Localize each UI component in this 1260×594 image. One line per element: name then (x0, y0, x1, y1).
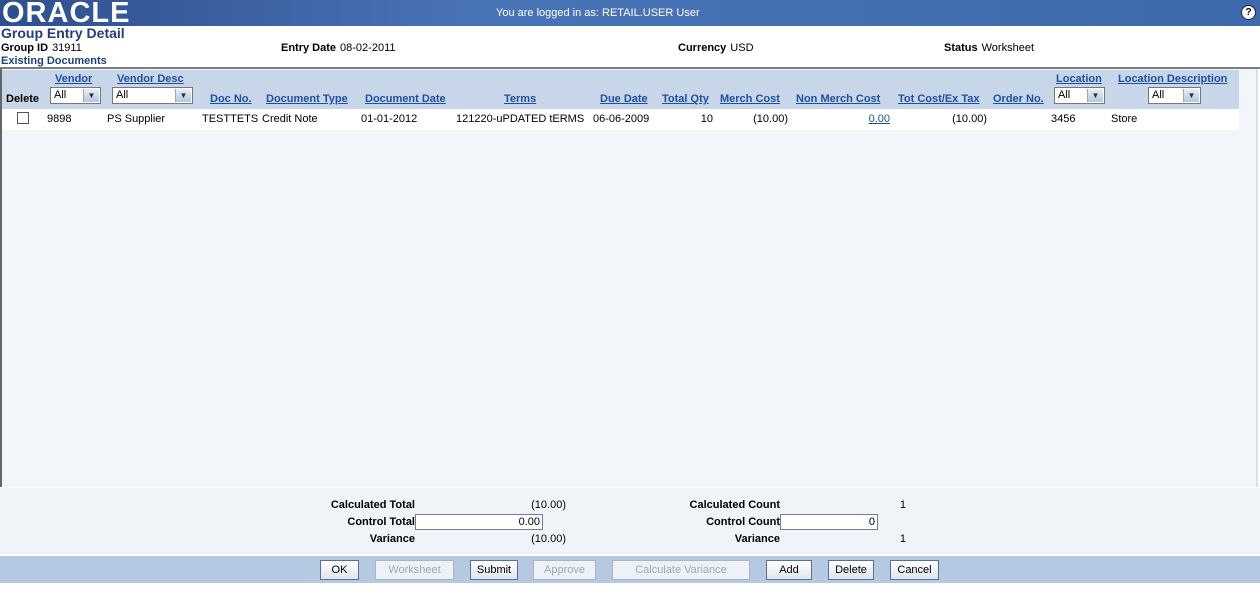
login-info: You are logged in as: RETAIL.USER User (496, 7, 700, 19)
currency-field: Currency USD (678, 42, 754, 54)
col-location[interactable]: Location (1056, 73, 1102, 85)
calculated-count-value: 1 (899, 499, 906, 511)
group-id-field: Group ID 31911 (1, 42, 82, 54)
col-total-qty[interactable]: Total Qty (662, 93, 709, 105)
add-button[interactable]: Add (766, 560, 812, 580)
col-location-desc[interactable]: Location Description (1118, 73, 1227, 85)
cell-terms: 121220-uPDATED tERMS (456, 113, 585, 125)
variance-total-value: (10.00) (531, 533, 566, 545)
cell-location-desc: Store (1111, 113, 1138, 125)
chevron-down-icon: ▼ (1087, 89, 1103, 102)
cell-doc-no: TESTTETS (202, 113, 259, 125)
control-count-label: Control Count (706, 516, 780, 528)
cancel-button[interactable]: Cancel (890, 560, 939, 580)
calculated-total-label: Calculated Total (330, 499, 415, 511)
entry-date-field: Entry Date 08-02-2011 (281, 42, 395, 54)
group-id-value: 31911 (52, 42, 82, 54)
worksheet-button[interactable]: Worksheet (375, 560, 454, 580)
vendor-filter-value: All (54, 89, 67, 101)
currency-label: Currency (678, 42, 727, 54)
variance-count-label: Variance (734, 533, 780, 545)
calculate-variance-button[interactable]: Calculate Variance (612, 560, 750, 580)
col-document-type[interactable]: Document Type (266, 93, 348, 105)
cell-total-qty: 10 (700, 113, 713, 125)
col-due-date[interactable]: Due Date (600, 93, 648, 105)
variance-total-label: Variance (369, 533, 415, 545)
cell-merch-cost: (10.00) (753, 113, 788, 125)
cell-vendor: 9898 (47, 113, 72, 125)
location-filter-value: All (1058, 89, 1071, 101)
page-title: Group Entry Detail (1, 25, 125, 41)
cell-order-no: 3456 (1051, 113, 1076, 125)
calculated-total-value: (10.00) (531, 499, 566, 511)
cell-tot-cost: (10.00) (952, 113, 987, 125)
col-merch-cost[interactable]: Merch Cost (720, 93, 780, 105)
col-document-date[interactable]: Document Date (365, 93, 446, 105)
cell-document-date: 01-01-2012 (361, 113, 418, 125)
col-doc-no[interactable]: Doc No. (210, 93, 252, 105)
vendor-desc-filter-select[interactable]: All ▼ (112, 87, 193, 104)
col-terms[interactable]: Terms (504, 93, 536, 105)
col-vendor-desc[interactable]: Vendor Desc (117, 73, 184, 85)
calculated-count-label: Calculated Count (689, 499, 780, 511)
status-value: Worksheet (981, 42, 1034, 54)
help-icon[interactable]: ? (1241, 5, 1256, 20)
entry-date-label: Entry Date (281, 42, 337, 54)
documents-panel (0, 69, 1258, 487)
ok-button[interactable]: OK (320, 560, 359, 580)
control-total-label: Control Total (347, 516, 415, 528)
row-delete-checkbox[interactable] (17, 112, 29, 124)
existing-documents-title: Existing Documents (1, 55, 107, 67)
chevron-down-icon: ▼ (1183, 89, 1199, 102)
col-vendor[interactable]: Vendor (55, 73, 92, 85)
col-order-no[interactable]: Order No. (993, 93, 1044, 105)
location-filter-select[interactable]: All ▼ (1054, 87, 1105, 104)
status-field: Status Worksheet (944, 42, 1034, 54)
cell-document-type: Credit Note (262, 113, 318, 125)
location-desc-filter-value: All (1152, 89, 1165, 101)
footer-strip (0, 583, 1260, 594)
control-total-input[interactable]: 0.00 (415, 514, 543, 530)
col-tot-cost[interactable]: Tot Cost/Ex Tax (898, 93, 980, 105)
variance-count-value: 1 (899, 533, 906, 545)
currency-value: USD (730, 42, 754, 54)
approve-button[interactable]: Approve (533, 560, 596, 580)
col-delete: Delete (6, 93, 40, 105)
entry-date-value: 08-02-2011 (340, 42, 396, 54)
cell-vendor-desc: PS Supplier (107, 113, 166, 125)
group-id-label: Group ID (1, 42, 49, 54)
submit-button[interactable]: Submit (470, 560, 518, 580)
vendor-desc-filter-value: All (116, 89, 129, 101)
delete-button[interactable]: Delete (828, 560, 874, 580)
chevron-down-icon: ▼ (175, 89, 191, 102)
status-label: Status (944, 42, 978, 54)
vendor-filter-select[interactable]: All ▼ (50, 87, 101, 104)
cell-due-date: 06-06-2009 (593, 113, 650, 125)
top-banner: ORACLE® You are logged in as: RETAIL.USE… (0, 0, 1260, 29)
chevron-down-icon: ▼ (83, 89, 99, 102)
location-desc-filter-select[interactable]: All ▼ (1148, 87, 1201, 104)
totals-panel (0, 488, 1260, 554)
col-non-merch-cost[interactable]: Non Merch Cost (796, 93, 880, 105)
control-count-input[interactable]: 0 (780, 514, 878, 530)
cell-non-merch-cost-link[interactable]: 0.00 (830, 113, 890, 125)
